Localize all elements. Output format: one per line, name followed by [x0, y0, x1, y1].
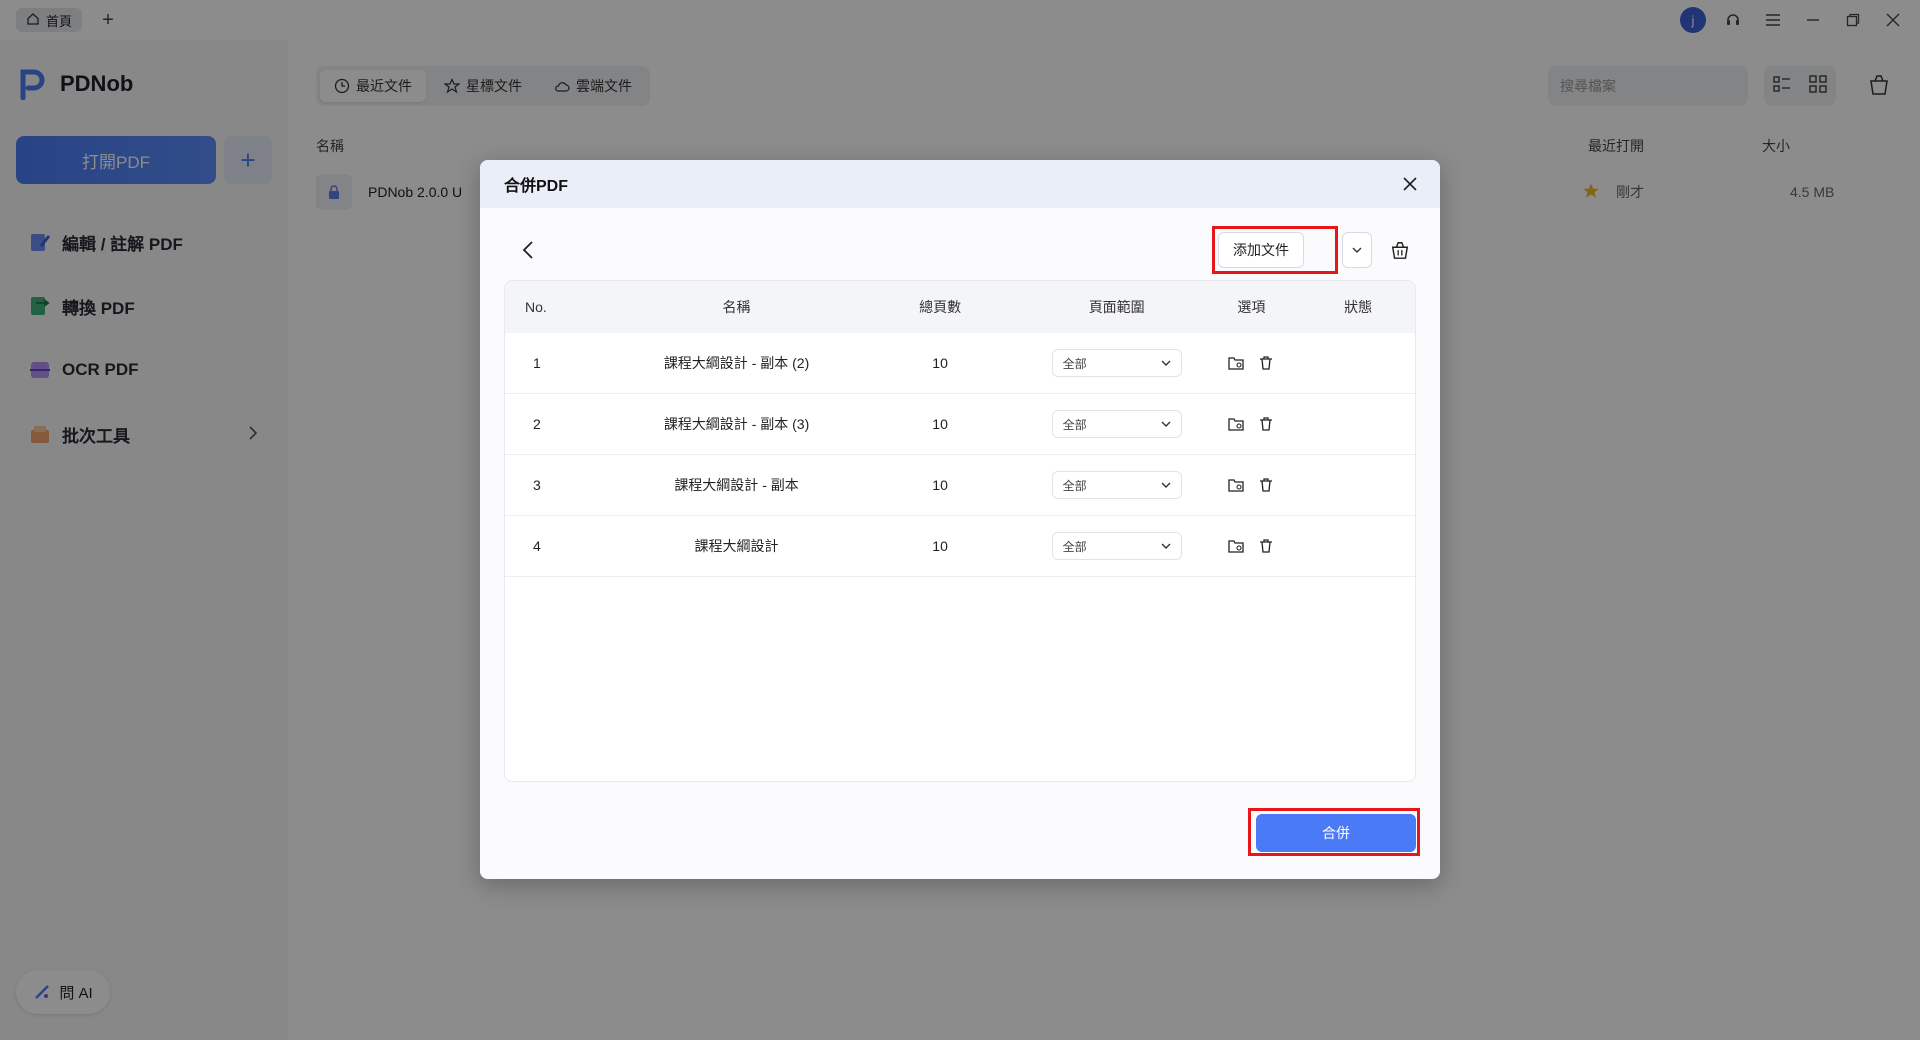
merge-file-table: No. 名稱 總頁數 頁面範圍 選項 狀態 1 課程大綱設計 - 副本 (2) … — [504, 280, 1416, 782]
open-folder-icon[interactable] — [1226, 353, 1246, 373]
back-arrow-icon[interactable] — [516, 238, 540, 262]
page-range-value: 全部 — [1062, 417, 1087, 432]
row-no: 3 — [533, 477, 541, 493]
chevron-down-icon — [1161, 482, 1171, 488]
header-options: 選項 — [1237, 299, 1266, 315]
header-no: No. — [525, 299, 547, 315]
chevron-down-icon — [1352, 247, 1362, 253]
row-no: 1 — [533, 355, 541, 371]
row-name: 課程大綱設計 - 副本 (2) — [663, 355, 810, 371]
header-pages: 總頁數 — [919, 299, 962, 315]
open-folder-icon[interactable] — [1226, 536, 1246, 556]
dialog-header: 合併PDF — [480, 160, 1440, 208]
close-icon[interactable] — [1398, 172, 1422, 196]
row-name: 課程大綱設計 — [694, 538, 779, 554]
row-name: 課程大綱設計 - 副本 — [674, 477, 799, 493]
clear-list-icon[interactable] — [1386, 236, 1414, 264]
row-name: 課程大綱設計 - 副本 (3) — [663, 416, 810, 432]
row-pages: 10 — [932, 538, 948, 554]
page-range-select[interactable]: 全部 — [1051, 471, 1182, 499]
table-row[interactable]: 1 課程大綱設計 - 副本 (2) 10 全部 — [505, 333, 1415, 394]
chevron-down-icon — [1161, 543, 1171, 549]
page-range-value: 全部 — [1062, 356, 1087, 371]
dialog-body: 添加文件 No. 名稱 總頁數 頁面範圍 選項 狀態 1 課程大綱設計 - 副本… — [480, 208, 1440, 879]
open-folder-icon[interactable] — [1226, 475, 1246, 495]
page-range-value: 全部 — [1062, 478, 1087, 493]
chevron-down-icon — [1161, 421, 1171, 427]
page-range-value: 全部 — [1062, 539, 1087, 554]
add-file-dropdown[interactable] — [1342, 232, 1372, 268]
open-folder-icon[interactable] — [1226, 414, 1246, 434]
dialog-title: 合併PDF — [504, 178, 569, 195]
row-pages: 10 — [932, 416, 948, 432]
row-no: 4 — [533, 538, 541, 554]
row-pages: 10 — [932, 477, 948, 493]
table-row[interactable]: 2 課程大綱設計 - 副本 (3) 10 全部 — [505, 394, 1415, 455]
page-range-select[interactable]: 全部 — [1051, 349, 1182, 377]
delete-icon[interactable] — [1256, 536, 1276, 556]
chevron-down-icon — [1161, 360, 1171, 366]
merge-pdf-dialog: 合併PDF 添加文件 No. 名稱 總頁數 頁面範圍 選項 狀態 1 課程大綱設… — [480, 160, 1440, 879]
page-range-select[interactable]: 全部 — [1051, 532, 1182, 560]
row-pages: 10 — [932, 355, 948, 371]
delete-icon[interactable] — [1256, 414, 1276, 434]
page-range-select[interactable]: 全部 — [1051, 410, 1182, 438]
table-header: No. 名稱 總頁數 頁面範圍 選項 狀態 — [505, 281, 1415, 333]
delete-icon[interactable] — [1256, 475, 1276, 495]
header-name: 名稱 — [722, 299, 751, 315]
row-no: 2 — [533, 416, 541, 432]
table-row[interactable]: 3 課程大綱設計 - 副本 10 全部 — [505, 455, 1415, 516]
header-status: 狀態 — [1344, 299, 1373, 315]
merge-button[interactable]: 合併 — [1256, 814, 1416, 852]
delete-icon[interactable] — [1256, 353, 1276, 373]
add-file-button[interactable]: 添加文件 — [1218, 232, 1304, 268]
table-row[interactable]: 4 課程大綱設計 10 全部 — [505, 516, 1415, 577]
header-range: 頁面範圍 — [1088, 299, 1145, 315]
